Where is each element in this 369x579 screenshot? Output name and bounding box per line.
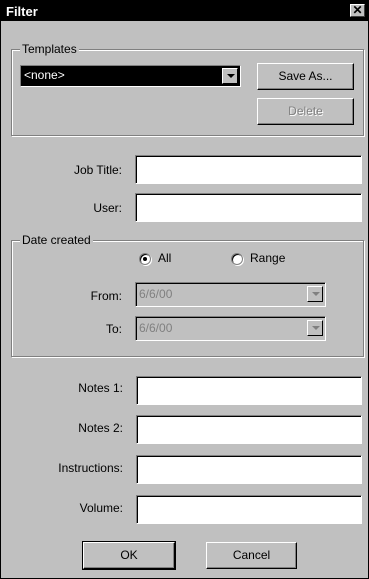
all-radio[interactable] — [139, 253, 151, 265]
templates-dropdown[interactable]: <none> — [20, 65, 241, 87]
volume-input[interactable] — [136, 495, 362, 524]
filter-dialog: Filter ✕ Templates <none> Save As... Del… — [0, 0, 369, 579]
notes1-label: Notes 1: — [78, 381, 123, 395]
chevron-down-icon[interactable] — [307, 320, 323, 336]
templates-selected-value: <none> — [24, 68, 65, 82]
templates-group-label: Templates — [20, 42, 79, 56]
close-button[interactable]: ✕ — [350, 4, 365, 17]
all-radio-label[interactable]: All — [158, 251, 171, 265]
chevron-down-icon[interactable] — [222, 68, 238, 84]
delete-button[interactable]: Delete — [257, 98, 354, 125]
to-label: To: — [105, 322, 122, 336]
instructions-input[interactable] — [136, 455, 362, 484]
user-input[interactable] — [135, 193, 362, 222]
job-title-label: Job Title: — [73, 163, 122, 177]
title-bar: Filter ✕ — [1, 1, 368, 21]
volume-label: Volume: — [79, 501, 123, 515]
chevron-down-icon[interactable] — [307, 286, 323, 302]
range-radio-label[interactable]: Range — [250, 251, 285, 265]
to-date-value: 6/6/00 — [139, 321, 173, 335]
notes2-label: Notes 2: — [78, 421, 123, 435]
cancel-button[interactable]: Cancel — [206, 542, 297, 569]
window-title: Filter — [6, 4, 38, 19]
from-date-value: 6/6/00 — [139, 287, 173, 301]
job-title-input[interactable] — [135, 155, 362, 184]
date-created-group-label: Date created — [20, 233, 93, 247]
notes1-input[interactable] — [136, 376, 362, 405]
instructions-label: Instructions: — [58, 461, 123, 475]
ok-button[interactable]: OK — [82, 541, 176, 570]
notes2-input[interactable] — [136, 415, 362, 444]
from-label: From: — [90, 289, 122, 303]
save-as-button[interactable]: Save As... — [257, 63, 354, 90]
user-label: User: — [93, 201, 122, 215]
from-date-dropdown[interactable]: 6/6/00 — [135, 282, 326, 307]
range-radio[interactable] — [231, 253, 243, 265]
to-date-dropdown[interactable]: 6/6/00 — [135, 316, 326, 341]
